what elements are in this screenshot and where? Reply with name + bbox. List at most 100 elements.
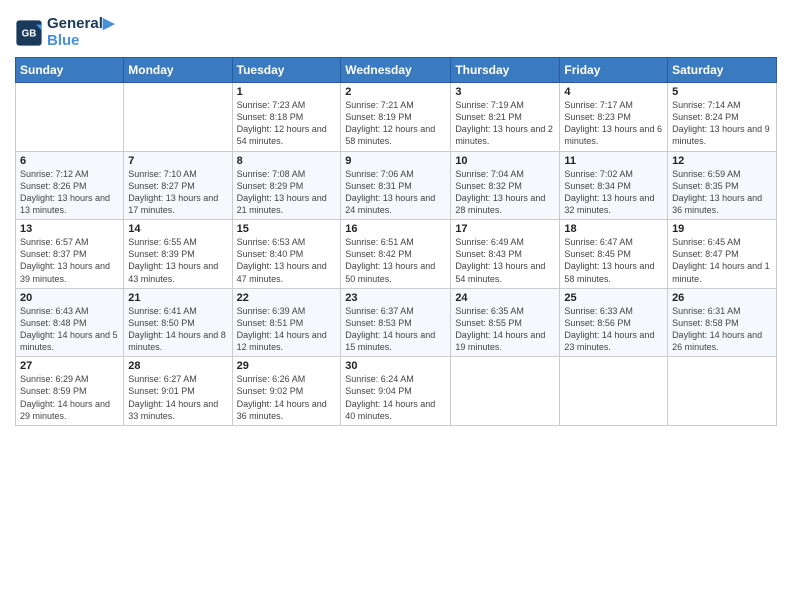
day-number: 26	[672, 292, 772, 304]
weekday-header-friday: Friday	[560, 58, 668, 83]
day-number: 8	[237, 155, 337, 167]
day-info: Sunrise: 6:51 AM Sunset: 8:42 PM Dayligh…	[345, 236, 446, 285]
calendar-cell: 21Sunrise: 6:41 AM Sunset: 8:50 PM Dayli…	[124, 288, 232, 357]
calendar-cell: 25Sunrise: 6:33 AM Sunset: 8:56 PM Dayli…	[560, 288, 668, 357]
day-number: 11	[564, 155, 663, 167]
calendar-cell: 1Sunrise: 7:23 AM Sunset: 8:18 PM Daylig…	[232, 83, 341, 152]
calendar-cell	[668, 357, 777, 426]
logo-text-line1: General▶	[47, 16, 114, 33]
calendar-cell	[560, 357, 668, 426]
calendar-cell: 22Sunrise: 6:39 AM Sunset: 8:51 PM Dayli…	[232, 288, 341, 357]
calendar-cell: 26Sunrise: 6:31 AM Sunset: 8:58 PM Dayli…	[668, 288, 777, 357]
logo: GB General▶ Blue	[15, 16, 114, 49]
day-number: 2	[345, 86, 446, 98]
weekday-header-monday: Monday	[124, 58, 232, 83]
day-number: 5	[672, 86, 772, 98]
weekday-header-saturday: Saturday	[668, 58, 777, 83]
day-info: Sunrise: 6:31 AM Sunset: 8:58 PM Dayligh…	[672, 305, 772, 354]
day-number: 13	[20, 223, 119, 235]
calendar-cell: 28Sunrise: 6:27 AM Sunset: 9:01 PM Dayli…	[124, 357, 232, 426]
day-number: 27	[20, 360, 119, 372]
calendar-cell: 12Sunrise: 6:59 AM Sunset: 8:35 PM Dayli…	[668, 151, 777, 220]
calendar-cell: 5Sunrise: 7:14 AM Sunset: 8:24 PM Daylig…	[668, 83, 777, 152]
day-number: 21	[128, 292, 227, 304]
calendar-cell: 9Sunrise: 7:06 AM Sunset: 8:31 PM Daylig…	[341, 151, 451, 220]
calendar-cell	[451, 357, 560, 426]
day-number: 18	[564, 223, 663, 235]
day-info: Sunrise: 7:02 AM Sunset: 8:34 PM Dayligh…	[564, 168, 663, 217]
calendar-cell: 13Sunrise: 6:57 AM Sunset: 8:37 PM Dayli…	[16, 220, 124, 289]
day-info: Sunrise: 7:06 AM Sunset: 8:31 PM Dayligh…	[345, 168, 446, 217]
day-info: Sunrise: 6:43 AM Sunset: 8:48 PM Dayligh…	[20, 305, 119, 354]
day-info: Sunrise: 6:49 AM Sunset: 8:43 PM Dayligh…	[455, 236, 555, 285]
week-row-5: 27Sunrise: 6:29 AM Sunset: 8:59 PM Dayli…	[16, 357, 777, 426]
day-number: 7	[128, 155, 227, 167]
calendar-cell: 2Sunrise: 7:21 AM Sunset: 8:19 PM Daylig…	[341, 83, 451, 152]
day-number: 4	[564, 86, 663, 98]
header: GB General▶ Blue	[15, 10, 777, 49]
day-number: 24	[455, 292, 555, 304]
week-row-3: 13Sunrise: 6:57 AM Sunset: 8:37 PM Dayli…	[16, 220, 777, 289]
week-row-2: 6Sunrise: 7:12 AM Sunset: 8:26 PM Daylig…	[16, 151, 777, 220]
week-row-1: 1Sunrise: 7:23 AM Sunset: 8:18 PM Daylig…	[16, 83, 777, 152]
logo-icon: GB	[15, 19, 43, 47]
day-number: 19	[672, 223, 772, 235]
calendar-cell: 27Sunrise: 6:29 AM Sunset: 8:59 PM Dayli…	[16, 357, 124, 426]
day-number: 12	[672, 155, 772, 167]
calendar-cell	[124, 83, 232, 152]
day-info: Sunrise: 6:26 AM Sunset: 9:02 PM Dayligh…	[237, 373, 337, 422]
day-number: 29	[237, 360, 337, 372]
calendar-cell: 23Sunrise: 6:37 AM Sunset: 8:53 PM Dayli…	[341, 288, 451, 357]
day-number: 3	[455, 86, 555, 98]
day-number: 10	[455, 155, 555, 167]
calendar-cell: 30Sunrise: 6:24 AM Sunset: 9:04 PM Dayli…	[341, 357, 451, 426]
calendar-cell: 17Sunrise: 6:49 AM Sunset: 8:43 PM Dayli…	[451, 220, 560, 289]
calendar-cell	[16, 83, 124, 152]
day-number: 23	[345, 292, 446, 304]
day-info: Sunrise: 7:08 AM Sunset: 8:29 PM Dayligh…	[237, 168, 337, 217]
day-info: Sunrise: 6:33 AM Sunset: 8:56 PM Dayligh…	[564, 305, 663, 354]
day-info: Sunrise: 6:53 AM Sunset: 8:40 PM Dayligh…	[237, 236, 337, 285]
day-info: Sunrise: 6:37 AM Sunset: 8:53 PM Dayligh…	[345, 305, 446, 354]
calendar-cell: 6Sunrise: 7:12 AM Sunset: 8:26 PM Daylig…	[16, 151, 124, 220]
day-number: 30	[345, 360, 446, 372]
calendar-cell: 19Sunrise: 6:45 AM Sunset: 8:47 PM Dayli…	[668, 220, 777, 289]
day-info: Sunrise: 6:27 AM Sunset: 9:01 PM Dayligh…	[128, 373, 227, 422]
calendar-cell: 7Sunrise: 7:10 AM Sunset: 8:27 PM Daylig…	[124, 151, 232, 220]
calendar-cell: 15Sunrise: 6:53 AM Sunset: 8:40 PM Dayli…	[232, 220, 341, 289]
day-number: 17	[455, 223, 555, 235]
calendar-cell: 8Sunrise: 7:08 AM Sunset: 8:29 PM Daylig…	[232, 151, 341, 220]
day-info: Sunrise: 7:21 AM Sunset: 8:19 PM Dayligh…	[345, 99, 446, 148]
calendar-cell: 11Sunrise: 7:02 AM Sunset: 8:34 PM Dayli…	[560, 151, 668, 220]
weekday-header-row: SundayMondayTuesdayWednesdayThursdayFrid…	[16, 58, 777, 83]
day-number: 14	[128, 223, 227, 235]
weekday-header-thursday: Thursday	[451, 58, 560, 83]
day-info: Sunrise: 6:24 AM Sunset: 9:04 PM Dayligh…	[345, 373, 446, 422]
day-info: Sunrise: 7:10 AM Sunset: 8:27 PM Dayligh…	[128, 168, 227, 217]
calendar-cell: 24Sunrise: 6:35 AM Sunset: 8:55 PM Dayli…	[451, 288, 560, 357]
day-number: 28	[128, 360, 227, 372]
calendar-cell: 10Sunrise: 7:04 AM Sunset: 8:32 PM Dayli…	[451, 151, 560, 220]
day-number: 9	[345, 155, 446, 167]
day-number: 6	[20, 155, 119, 167]
day-number: 20	[20, 292, 119, 304]
calendar-cell: 3Sunrise: 7:19 AM Sunset: 8:21 PM Daylig…	[451, 83, 560, 152]
calendar-cell: 20Sunrise: 6:43 AM Sunset: 8:48 PM Dayli…	[16, 288, 124, 357]
day-info: Sunrise: 6:59 AM Sunset: 8:35 PM Dayligh…	[672, 168, 772, 217]
calendar-cell: 29Sunrise: 6:26 AM Sunset: 9:02 PM Dayli…	[232, 357, 341, 426]
day-info: Sunrise: 6:29 AM Sunset: 8:59 PM Dayligh…	[20, 373, 119, 422]
day-number: 15	[237, 223, 337, 235]
weekday-header-wednesday: Wednesday	[341, 58, 451, 83]
week-row-4: 20Sunrise: 6:43 AM Sunset: 8:48 PM Dayli…	[16, 288, 777, 357]
page: GB General▶ Blue SundayMondayTuesdayWedn…	[0, 0, 792, 612]
day-info: Sunrise: 6:35 AM Sunset: 8:55 PM Dayligh…	[455, 305, 555, 354]
day-info: Sunrise: 7:12 AM Sunset: 8:26 PM Dayligh…	[20, 168, 119, 217]
weekday-header-sunday: Sunday	[16, 58, 124, 83]
svg-text:GB: GB	[22, 28, 37, 39]
day-number: 16	[345, 223, 446, 235]
day-number: 1	[237, 86, 337, 98]
day-info: Sunrise: 6:41 AM Sunset: 8:50 PM Dayligh…	[128, 305, 227, 354]
calendar-cell: 4Sunrise: 7:17 AM Sunset: 8:23 PM Daylig…	[560, 83, 668, 152]
day-info: Sunrise: 7:23 AM Sunset: 8:18 PM Dayligh…	[237, 99, 337, 148]
day-info: Sunrise: 7:19 AM Sunset: 8:21 PM Dayligh…	[455, 99, 555, 148]
